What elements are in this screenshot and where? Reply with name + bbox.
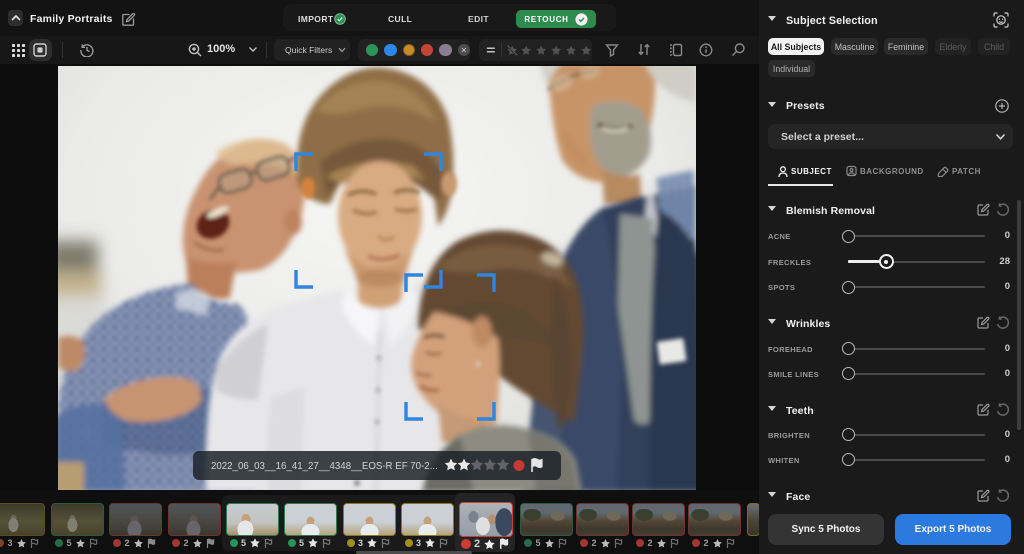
svg-text:2022_06_03__16_41_27__4348__EO: 2022_06_03__16_41_27__4348__EOS-R EF 70-… [211,461,438,472]
